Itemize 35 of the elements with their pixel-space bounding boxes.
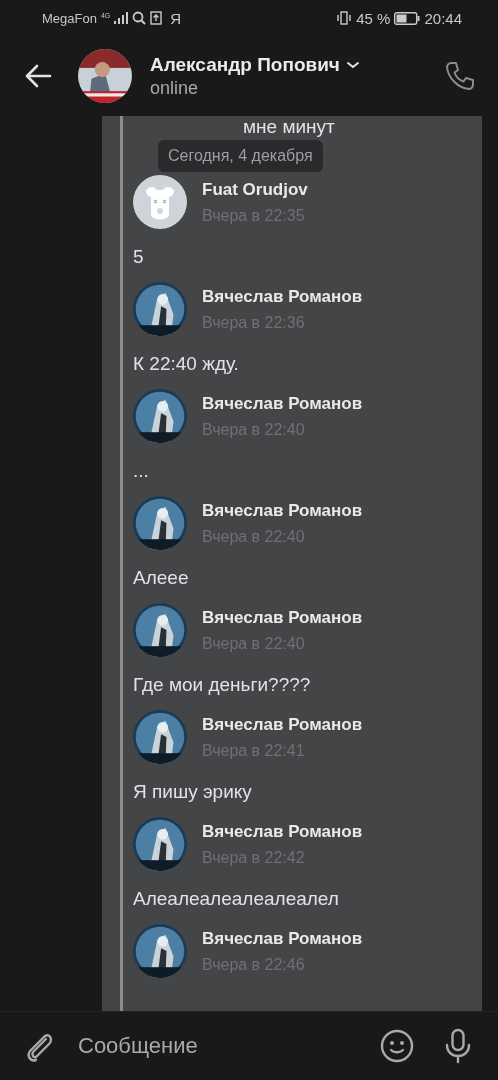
message-text: Алеалеалеалеалеалел [133, 887, 340, 911]
contact-name[interactable]: Александр Попович [150, 53, 340, 76]
sender-name[interactable]: Вячеслав Романов [202, 714, 363, 735]
sender-name[interactable]: Fuat Orudjov [202, 179, 308, 200]
chevron-down-icon[interactable] [345, 59, 360, 70]
back-arrow-icon[interactable] [24, 62, 52, 90]
smiley-icon[interactable] [380, 1029, 414, 1063]
contact-status: online [150, 77, 200, 99]
carrier-name: MegaFon [42, 10, 97, 26]
message-input[interactable]: Сообщение [78, 1029, 380, 1063]
battery-percent: 45 % [356, 9, 391, 27]
sender-name[interactable]: Вячеслав Романов [202, 607, 363, 628]
message-text: Где мои деньги???? [133, 673, 312, 697]
app-letter: Я [170, 9, 182, 27]
sender-name[interactable]: Вячеслав Романов [202, 500, 363, 521]
dog-avatar-icon [133, 175, 187, 229]
message-text: Я пишу эрику [133, 780, 253, 804]
sender-name[interactable]: Вячеслав Романов [202, 393, 363, 414]
message-text: Алеее [133, 566, 190, 590]
message-text: мне минут [243, 116, 335, 138]
phone-icon[interactable] [444, 60, 476, 92]
search-icon [132, 11, 147, 25]
message-text: 5 [133, 245, 145, 269]
sender-name[interactable]: Вячеслав Романов [202, 821, 363, 842]
sender-name[interactable]: Вячеслав Романов [202, 928, 363, 949]
message-text: ... [133, 459, 150, 483]
upload-icon [150, 11, 163, 25]
signal-icon [114, 12, 129, 24]
message-text: К 22:40 жду. [133, 352, 240, 376]
battery-icon [394, 11, 421, 25]
sender-name[interactable]: Вячеслав Романов [202, 286, 363, 307]
microphone-icon[interactable] [444, 1028, 472, 1064]
clock: 20:44 [424, 9, 462, 27]
vibrate-icon [336, 11, 353, 25]
date-badge: Сегодня, 4 декабря [158, 140, 323, 172]
